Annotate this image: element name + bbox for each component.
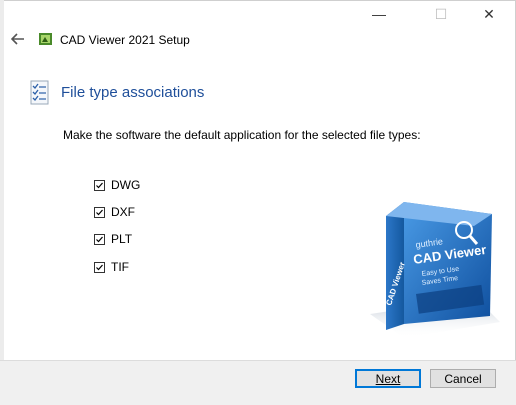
maximize-button[interactable]: ☐ [418,0,464,28]
checkbox-box[interactable] [94,261,105,273]
close-button[interactable]: ✕ [466,0,512,28]
next-button[interactable]: Next [355,369,421,388]
minimize-button[interactable]: — [356,0,402,28]
checkbox-label: PLT [111,232,133,246]
app-icon [38,31,54,47]
checkbox-label: TIF [111,260,129,274]
checkbox-plt[interactable]: PLT [94,232,132,246]
page-heading: File type associations [61,84,205,101]
product-box-image: guthrie CAD Viewer Easy to Use Saves Tim… [364,196,504,364]
next-button-label: Next [375,371,401,386]
window-title: CAD Viewer 2021 Setup [60,33,190,47]
instruction-text: Make the software the default applicatio… [63,128,421,142]
cancel-button[interactable]: Cancel [430,369,496,388]
checkbox-box[interactable] [94,206,105,218]
checkbox-dxf[interactable]: DXF [94,205,135,219]
checkbox-label: DWG [111,178,141,192]
checkbox-tif[interactable]: TIF [94,260,129,274]
back-arrow-icon[interactable] [8,29,28,49]
window-edge [0,0,4,404]
checkbox-label: DXF [111,205,135,219]
checkbox-box[interactable] [94,233,105,245]
checkbox-dwg[interactable]: DWG [94,178,140,192]
checklist-icon [30,80,50,106]
checkbox-box[interactable] [94,179,105,191]
